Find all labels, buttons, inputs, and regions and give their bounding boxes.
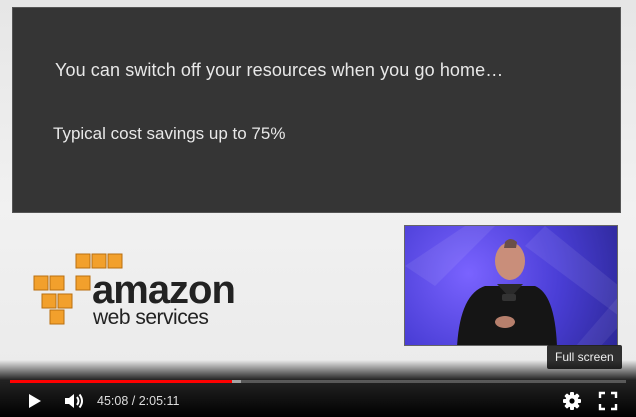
fullscreen-icon [598, 391, 618, 411]
aws-logo-amazon-text: amazon [92, 268, 236, 312]
play-icon [29, 394, 41, 408]
slide-text-line1: You can switch off your resources when y… [55, 60, 504, 80]
play-button[interactable] [20, 388, 48, 414]
speaker-video-inset [404, 225, 618, 346]
fullscreen-button[interactable] [594, 388, 622, 414]
presentation-slide: You can switch off your resources when y… [12, 7, 621, 213]
aws-logo-webservices-text: web services [93, 306, 209, 329]
time-display: 45:08 / 2:05:11 [97, 394, 179, 408]
video-frame[interactable]: You can switch off your resources when y… [0, 0, 636, 417]
player-controls-bar [0, 360, 636, 417]
time-separator: / [128, 394, 139, 408]
duration: 2:05:11 [138, 394, 180, 408]
progress-played [10, 380, 232, 383]
current-time: 45:08 [97, 394, 129, 408]
slide-text-line2: Typical cost savings up to 75% [53, 124, 286, 143]
settings-button[interactable] [558, 388, 586, 414]
progress-bar[interactable] [10, 380, 626, 383]
speaker-silhouette-icon [405, 226, 617, 345]
settings-icon [563, 392, 581, 410]
volume-icon [65, 393, 83, 409]
volume-button[interactable] [60, 388, 88, 414]
